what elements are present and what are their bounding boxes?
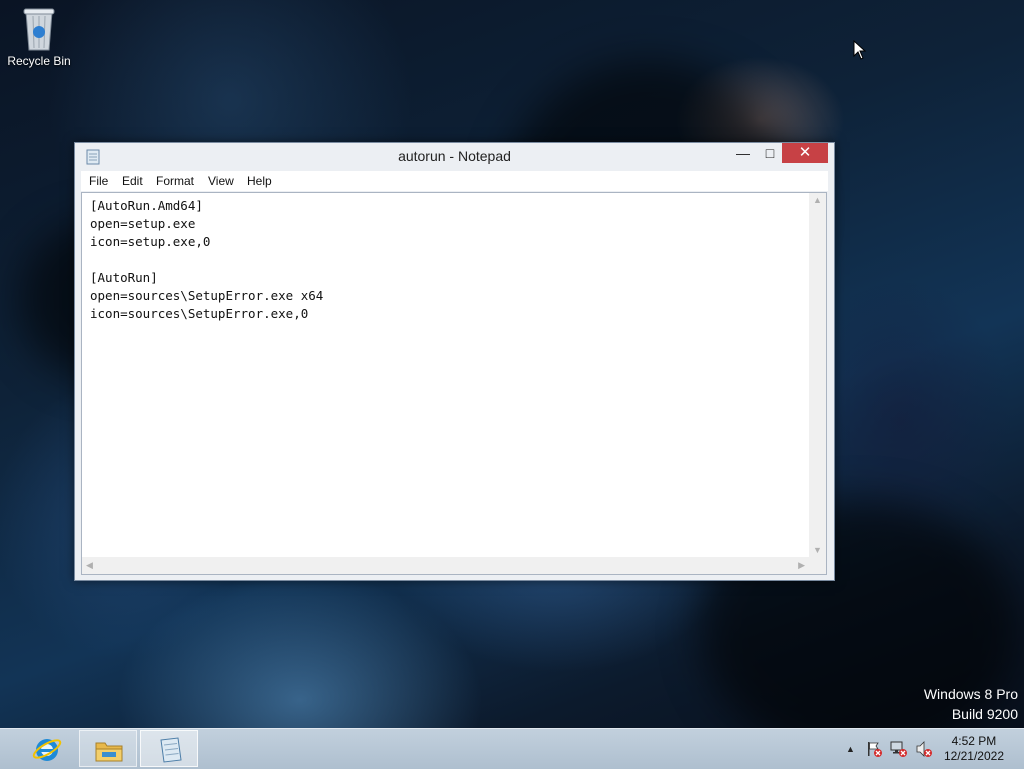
recycle-bin-label: Recycle Bin — [7, 54, 71, 68]
menu-help[interactable]: Help — [247, 174, 272, 188]
taskbar-file-explorer[interactable] — [79, 730, 137, 767]
taskbar-internet-explorer[interactable] — [18, 730, 76, 767]
menu-bar: File Edit Format View Help — [81, 171, 828, 191]
clock-date: 12/21/2022 — [943, 749, 1004, 763]
action-center-flag-icon[interactable] — [865, 740, 883, 758]
clock-time: 4:52 PM — [951, 734, 997, 748]
taskbar-notepad[interactable] — [140, 730, 198, 767]
scroll-down-icon[interactable]: ▼ — [813, 545, 822, 555]
menu-file[interactable]: File — [89, 174, 108, 188]
scroll-right-icon[interactable]: ▶ — [798, 560, 805, 571]
show-hidden-icons-icon[interactable]: ▲ — [846, 744, 855, 754]
title-bar[interactable]: autorun - Notepad — □ ✕ — [75, 143, 834, 171]
edition-text: Windows 8 Pro — [923, 686, 1018, 702]
size-grip[interactable] — [809, 557, 826, 574]
minimize-button[interactable]: — — [730, 143, 756, 163]
clock[interactable]: 4:52 PM 12/21/2022 — [944, 734, 1004, 764]
desktop[interactable]: Recycle Bin Windows 8 Pro Build 9200 aut… — [0, 0, 1024, 769]
network-icon[interactable] — [890, 740, 908, 758]
notepad-icon — [160, 737, 182, 763]
close-icon: ✕ — [798, 144, 812, 161]
maximize-button[interactable]: □ — [757, 143, 783, 163]
file-explorer-icon — [95, 742, 123, 762]
recycle-bin-shortcut[interactable]: Recycle Bin — [6, 6, 72, 76]
maximize-icon: □ — [765, 145, 775, 161]
notepad-window[interactable]: autorun - Notepad — □ ✕ File Edit Format… — [74, 142, 835, 581]
recycle-bin-icon — [23, 8, 55, 51]
scroll-left-icon[interactable]: ◀ — [86, 560, 93, 571]
scroll-up-icon[interactable]: ▲ — [813, 195, 822, 205]
build-text: Build 9200 — [951, 706, 1018, 722]
vertical-scrollbar[interactable]: ▲ ▼ — [809, 193, 826, 557]
volume-muted-icon[interactable] — [915, 740, 933, 758]
editor-area[interactable]: [AutoRun.Amd64] open=setup.exe icon=setu… — [81, 192, 827, 575]
menu-view[interactable]: View — [208, 174, 234, 188]
menu-format[interactable]: Format — [156, 174, 194, 188]
internet-explorer-icon — [32, 739, 62, 761]
windows-watermark: Windows 8 Pro Build 9200 — [924, 684, 1018, 724]
horizontal-scrollbar[interactable]: ◀ ▶ — [82, 557, 809, 574]
close-button[interactable]: ✕ — [782, 143, 828, 163]
menu-edit[interactable]: Edit — [122, 174, 143, 188]
text-content[interactable]: [AutoRun.Amd64] open=setup.exe icon=setu… — [90, 197, 805, 552]
mouse-cursor-icon — [853, 40, 867, 60]
window-title: autorun - Notepad — [398, 148, 511, 164]
minimize-icon: — — [736, 145, 750, 161]
taskbar[interactable]: ▲ 4:52 PM 12/21/2022 — [0, 728, 1024, 769]
